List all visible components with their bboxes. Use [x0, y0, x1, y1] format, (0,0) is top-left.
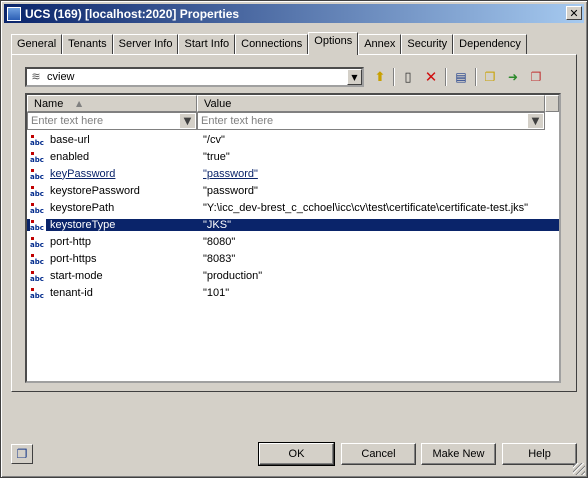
- property-name: keystoreType: [50, 218, 116, 231]
- string-type-icon: abc: [30, 287, 46, 299]
- string-type-icon: abc: [30, 236, 46, 248]
- property-name: tenant-id: [50, 286, 93, 299]
- property-value: "8080": [203, 235, 236, 248]
- help-button[interactable]: Help: [502, 443, 577, 465]
- combo-value: cview: [47, 71, 75, 83]
- table-row[interactable]: abc port-http "8080": [27, 233, 559, 250]
- name-filter-input[interactable]: [28, 115, 196, 127]
- property-name: keystorePassword: [50, 184, 140, 197]
- tab-general[interactable]: General: [11, 34, 63, 54]
- string-type-icon: abc: [30, 253, 46, 265]
- close-button[interactable]: ✕: [566, 6, 582, 20]
- toolbar-separator: [445, 68, 447, 86]
- tab-tenants[interactable]: Tenants: [62, 34, 113, 54]
- app-icon: [7, 6, 21, 21]
- string-type-icon: abc: [30, 270, 46, 282]
- tab-server-info[interactable]: Server Info: [112, 34, 179, 54]
- folder-up-icon[interactable]: ⬆: [370, 67, 390, 87]
- property-value: "/cv": [203, 133, 225, 146]
- properties-dialog: UCS (169) [localhost:2020] Properties ✕ …: [0, 0, 588, 478]
- string-type-icon: abc: [30, 168, 46, 180]
- property-value: "production": [203, 269, 263, 282]
- tab-strip: General Tenants Server Info Start Info C…: [11, 32, 527, 55]
- window-title: UCS (169) [localhost:2020] Properties: [25, 6, 240, 21]
- property-name: start-mode: [50, 269, 103, 282]
- column-header-value[interactable]: Value: [197, 95, 545, 112]
- string-type-icon: abc: [30, 185, 46, 197]
- table-row[interactable]: abc enabled "true": [27, 148, 559, 165]
- filter-row: ▼ ▼: [27, 112, 559, 130]
- delete-icon[interactable]: ✕: [421, 67, 441, 87]
- toolbar-separator: [393, 68, 395, 86]
- table-row[interactable]: abc keystorePath "Y:\icc_dev-brest_c_ccho…: [27, 199, 559, 216]
- section-icon: ≋: [31, 70, 41, 83]
- ok-button[interactable]: OK: [258, 442, 335, 466]
- column-value-label: Value: [204, 98, 232, 110]
- property-value: "JKS": [197, 218, 559, 231]
- table-row[interactable]: abc keystorePassword "password": [27, 182, 559, 199]
- tab-connections[interactable]: Connections: [235, 34, 309, 54]
- copy-icon[interactable]: ❐: [480, 67, 500, 87]
- column-header-name[interactable]: Name ▲: [27, 95, 197, 112]
- string-type-icon: abc: [30, 151, 46, 163]
- chevron-down-icon[interactable]: ▼: [347, 69, 362, 85]
- paste-icon[interactable]: ➜: [503, 67, 523, 87]
- table-row[interactable]: abc keyPassword "password": [27, 165, 559, 182]
- property-name: base-url: [50, 133, 90, 146]
- tab-dependency[interactable]: Dependency: [453, 34, 527, 54]
- title-bar[interactable]: UCS (169) [localhost:2020] Properties ✕: [4, 4, 584, 23]
- copy-to-clipboard-icon[interactable]: ❐: [11, 444, 33, 464]
- string-type-icon: abc: [30, 202, 46, 214]
- tab-start-info[interactable]: Start Info: [178, 34, 236, 54]
- property-name-link[interactable]: keyPassword: [50, 168, 115, 180]
- property-name: enabled: [50, 150, 90, 163]
- cancel-button[interactable]: Cancel: [341, 443, 416, 465]
- grid-header: Name ▲ Value: [27, 95, 559, 112]
- tab-security[interactable]: Security: [401, 34, 454, 54]
- property-name: port-https: [50, 252, 97, 265]
- sort-ascending-icon: ▲: [76, 99, 83, 108]
- property-value: "password": [203, 184, 258, 197]
- filter-icon[interactable]: ▼: [528, 114, 543, 128]
- tab-annex[interactable]: Annex: [358, 34, 402, 54]
- property-value-link[interactable]: "password": [203, 168, 258, 180]
- make-new-button[interactable]: Make New: [421, 443, 496, 465]
- property-name: port-http: [50, 235, 91, 248]
- property-value: "Y:\icc_dev-brest_c_cchoel\icc\cv\test\c…: [203, 201, 529, 214]
- table-row[interactable]: abc tenant-id "101": [27, 284, 559, 301]
- column-header-filler: [545, 95, 559, 112]
- edit-properties-icon[interactable]: ▤: [451, 67, 471, 87]
- resize-grip[interactable]: [573, 463, 585, 475]
- property-value: "true": [203, 150, 230, 163]
- paste-special-icon[interactable]: ❐: [526, 67, 546, 87]
- property-value: "101": [203, 286, 230, 299]
- string-type-icon: abc: [30, 134, 46, 146]
- section-combobox[interactable]: ≋ cview ▼: [25, 67, 364, 87]
- value-filter-cell: ▼: [197, 112, 545, 130]
- properties-grid[interactable]: Name ▲ Value ▼ ▼ abc base-url "/cv": [25, 93, 561, 383]
- toolbar-separator: [475, 68, 477, 86]
- name-filter-cell: ▼: [27, 112, 197, 130]
- string-type-icon: abc: [30, 218, 46, 231]
- table-row[interactable]: abc start-mode "production": [27, 267, 559, 284]
- value-filter-input[interactable]: [198, 115, 544, 127]
- new-document-icon[interactable]: ▯: [398, 67, 418, 87]
- property-name: keystorePath: [50, 201, 115, 214]
- grid-rows: abc base-url "/cv" abc enabled "true" abc k…: [27, 131, 559, 301]
- column-name-label: Name: [34, 98, 64, 110]
- table-row-selected[interactable]: abc keystoreType "JKS": [27, 216, 559, 233]
- tab-options[interactable]: Options: [308, 32, 359, 55]
- table-row[interactable]: abc port-https "8083": [27, 250, 559, 267]
- filter-icon[interactable]: ▼: [180, 114, 195, 128]
- table-row[interactable]: abc base-url "/cv": [27, 131, 559, 148]
- property-value: "8083": [203, 252, 236, 265]
